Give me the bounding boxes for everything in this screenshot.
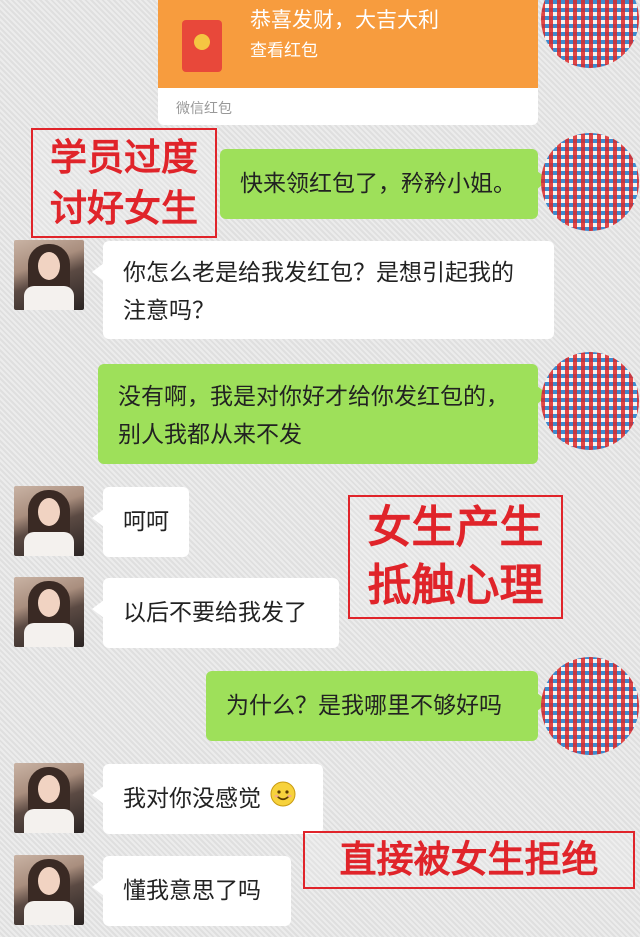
message-text-line: 你怎么老是给我发红包？是想引起我的 [123,260,514,286]
annotation-label: 学员过度 讨好女生 [31,128,217,238]
annotation-label: 直接被女生拒绝 [303,831,635,889]
message-text-line: 没有啊，我是对你好才给你发红包的， [118,384,509,410]
message-text: 懂我意思了吗 [123,878,261,904]
red-packet-view-link[interactable]: 查看红包 [250,36,318,61]
my-avatar[interactable] [541,657,639,755]
message-bubble-other[interactable]: 你怎么老是给我发红包？是想引起我的 注意吗？ [92,241,554,339]
contact-avatar[interactable] [14,577,84,647]
message-bubble-other[interactable]: 懂我意思了吗 [92,856,291,926]
red-packet-header: 恭喜发财，大吉大利 查看红包 [158,0,538,88]
contact-avatar[interactable] [14,240,84,310]
red-envelope-icon [182,20,222,72]
message-bubble-other[interactable]: 呵呵 [92,487,189,557]
my-avatar[interactable] [541,352,639,450]
message-bubble-other[interactable]: 以后不要给我发了 [92,578,339,648]
message-text: 以后不要给我发了 [123,600,307,626]
my-avatar[interactable] [541,0,639,68]
message-text: 为什么？是我哪里不够好吗 [226,693,502,719]
message-text-line: 别人我都从来不发 [118,422,302,448]
smile-emoji-icon [270,781,296,819]
annotation-label: 女生产生 抵触心理 [348,495,563,619]
message-text: 我对你没感觉 [123,786,261,812]
message-text-line: 注意吗？ [123,298,215,324]
red-packet-title: 恭喜发财，大吉大利 [250,8,439,32]
message-bubble-other[interactable]: 我对你没感觉 [92,764,323,834]
message-bubble-me[interactable]: 没有啊，我是对你好才给你发红包的， 别人我都从来不发 [98,364,549,464]
red-packet-card[interactable]: 恭喜发财，大吉大利 查看红包 微信红包 [158,0,538,125]
message-bubble-me[interactable]: 快来领红包了，矜矜小姐。 [220,149,549,219]
my-avatar[interactable] [541,133,639,231]
message-text: 呵呵 [123,509,169,535]
contact-avatar[interactable] [14,486,84,556]
contact-avatar[interactable] [14,763,84,833]
contact-avatar[interactable] [14,855,84,925]
message-text: 快来领红包了，矜矜小姐。 [240,171,516,197]
red-packet-footer: 微信红包 [176,101,232,117]
message-bubble-me[interactable]: 为什么？是我哪里不够好吗 [206,671,549,741]
envelope-seal-icon [194,34,210,50]
